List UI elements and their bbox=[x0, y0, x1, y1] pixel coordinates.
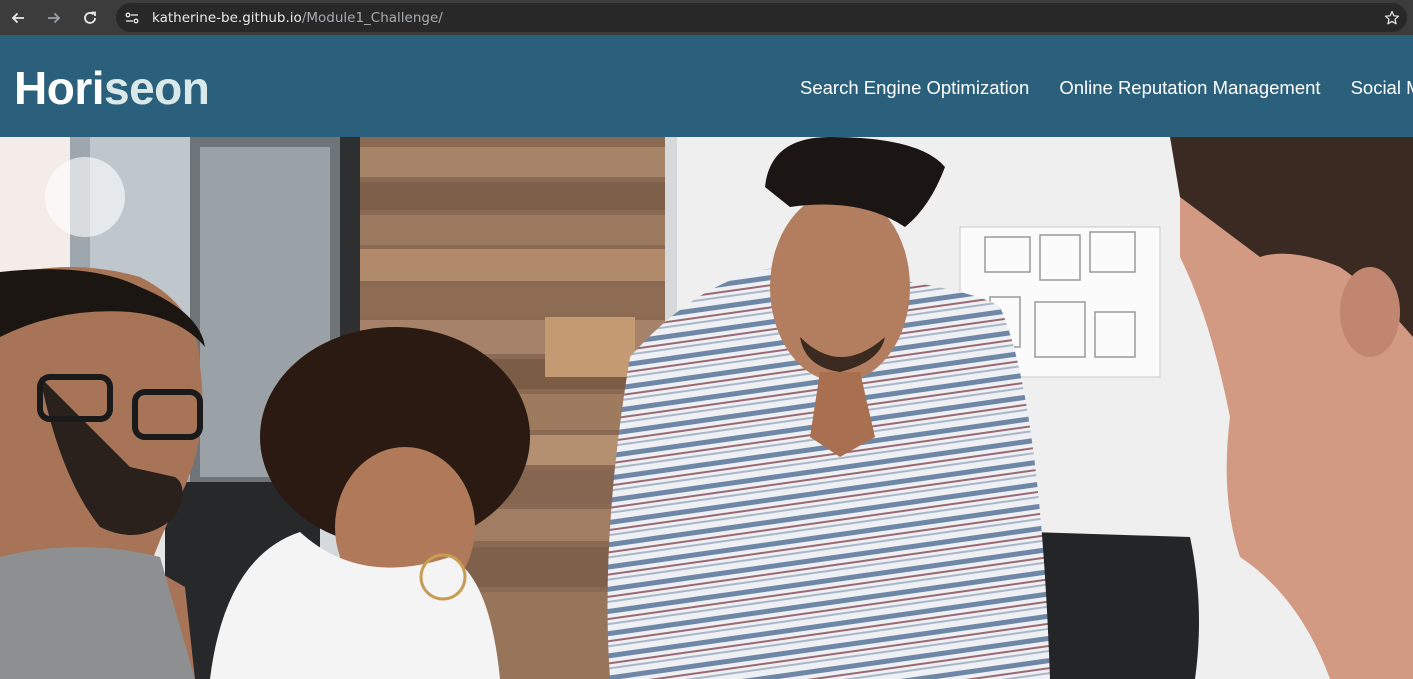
nav-link-orm[interactable]: Online Reputation Management bbox=[1059, 76, 1320, 100]
arrow-left-icon bbox=[11, 12, 24, 23]
main-nav: Search Engine Optimization Online Reputa… bbox=[800, 76, 1413, 100]
forward-button[interactable] bbox=[36, 0, 72, 35]
url-text[interactable]: katherine-be.github.io/Module1_Challenge… bbox=[152, 10, 443, 26]
reload-icon bbox=[84, 11, 96, 24]
back-button[interactable] bbox=[0, 0, 36, 35]
nav-link-seo[interactable]: Search Engine Optimization bbox=[800, 76, 1029, 100]
nav-link-smm[interactable]: Social Media Marketing bbox=[1351, 76, 1413, 100]
bookmark-star-icon[interactable] bbox=[1383, 9, 1401, 27]
site-info-icon[interactable] bbox=[118, 3, 146, 32]
address-bar[interactable]: katherine-be.github.io/Module1_Challenge… bbox=[116, 3, 1407, 32]
logo[interactable]: Horiseon bbox=[14, 59, 210, 117]
hero-photo bbox=[0, 137, 1413, 679]
logo-main: Hori bbox=[14, 62, 105, 114]
url-path: /Module1_Challenge/ bbox=[301, 9, 443, 26]
reload-button[interactable] bbox=[72, 0, 108, 35]
site-header: Horiseon Search Engine Optimization Onli… bbox=[0, 35, 1413, 137]
arrow-right-icon bbox=[48, 12, 61, 23]
logo-accent: seon bbox=[104, 62, 210, 114]
hero-image bbox=[0, 137, 1413, 679]
browser-toolbar: katherine-be.github.io/Module1_Challenge… bbox=[0, 0, 1413, 35]
url-domain: katherine-be.github.io bbox=[152, 9, 302, 26]
